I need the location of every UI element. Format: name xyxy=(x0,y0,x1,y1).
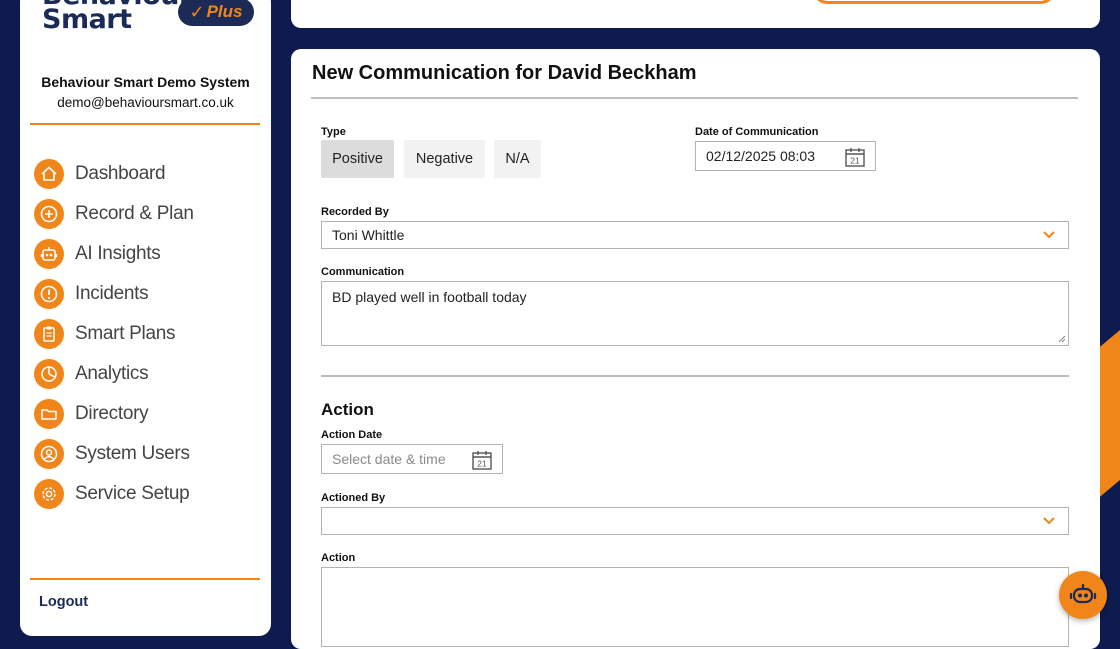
action-date-placeholder: Select date & time xyxy=(332,451,446,467)
logout-link[interactable]: Logout xyxy=(39,594,88,610)
system-name: Behaviour Smart Demo System xyxy=(41,74,250,90)
chevron-down-icon xyxy=(1043,517,1055,525)
page-title: New Communication for David Beckham xyxy=(312,62,697,84)
user-icon xyxy=(34,439,64,469)
sidebar-divider-bottom xyxy=(30,578,260,580)
action-section-title: Action xyxy=(321,400,374,419)
type-na-button[interactable]: N/A xyxy=(494,140,541,178)
check-icon: ✓ xyxy=(189,1,205,22)
sidebar-item-label: Incidents xyxy=(75,283,149,304)
communication-textarea[interactable]: BD played well in football today xyxy=(321,281,1069,346)
sidebar-item-label: Analytics xyxy=(75,363,149,384)
type-label: Type xyxy=(321,126,346,138)
section-divider xyxy=(321,375,1069,377)
action-label: Action xyxy=(321,552,356,564)
calendar-day-text: 21 xyxy=(477,459,487,469)
gear-icon xyxy=(34,479,64,509)
date-of-communication-label: Date of Communication xyxy=(695,126,819,138)
sidebar-divider-top xyxy=(30,123,260,125)
alert-icon xyxy=(34,279,64,309)
sidebar-item-service-setup[interactable]: Service Setup xyxy=(34,474,194,514)
system-email: demo@behavioursmart.co.uk xyxy=(57,95,234,110)
calendar-icon[interactable]: 21 xyxy=(844,146,866,168)
sidebar-item-label: Directory xyxy=(75,403,149,424)
resize-grip-icon[interactable] xyxy=(1058,335,1066,343)
top-action-button[interactable] xyxy=(811,0,1057,4)
robot-icon xyxy=(34,239,64,269)
communication-value: BD played well in football today xyxy=(332,289,527,305)
brand-name-line2: Smart xyxy=(42,4,132,35)
sidebar-item-label: Smart Plans xyxy=(75,323,176,344)
robot-chat-icon xyxy=(1069,583,1097,604)
pie-chart-icon xyxy=(34,359,64,389)
sidebar-item-smart-plans[interactable]: Smart Plans xyxy=(34,314,194,354)
assistant-chat-button[interactable] xyxy=(1059,571,1107,619)
action-date-input[interactable]: Select date & time 21 xyxy=(321,444,503,474)
sidebar-item-incidents[interactable]: Incidents xyxy=(34,274,194,314)
plus-badge: ✓ Plus xyxy=(178,0,254,26)
communication-label: Communication xyxy=(321,266,405,278)
sidebar-nav: Dashboard Record & Plan AI Insights Inci… xyxy=(34,154,194,514)
chevron-down-icon xyxy=(1043,231,1055,239)
calendar-day-text: 21 xyxy=(850,156,860,166)
sidebar-item-directory[interactable]: Directory xyxy=(34,394,194,434)
sidebar: Behaviour Smart ✓ Plus Behaviour Smart D… xyxy=(20,0,271,636)
plus-badge-label: Plus xyxy=(206,2,243,21)
sidebar-item-ai-insights[interactable]: AI Insights xyxy=(34,234,194,274)
clipboard-icon xyxy=(34,319,64,349)
sidebar-item-dashboard[interactable]: Dashboard xyxy=(34,154,194,194)
communication-form-card: New Communication for David Beckham Type… xyxy=(291,49,1100,649)
type-negative-button[interactable]: Negative xyxy=(404,140,485,178)
title-divider xyxy=(311,97,1078,99)
sidebar-item-analytics[interactable]: Analytics xyxy=(34,354,194,394)
sidebar-item-label: Dashboard xyxy=(75,163,166,184)
action-textarea[interactable] xyxy=(321,567,1069,647)
home-icon xyxy=(34,159,64,189)
sidebar-item-label: System Users xyxy=(75,443,190,464)
actioned-by-label: Actioned By xyxy=(321,492,386,504)
recorded-by-select[interactable]: Toni Whittle xyxy=(321,221,1069,249)
sidebar-item-system-users[interactable]: System Users xyxy=(34,434,194,474)
top-card xyxy=(291,0,1100,28)
sidebar-item-label: Service Setup xyxy=(75,483,190,504)
recorded-by-value: Toni Whittle xyxy=(332,227,405,243)
calendar-icon[interactable]: 21 xyxy=(471,449,493,471)
date-of-communication-value: 02/12/2025 08:03 xyxy=(706,148,815,164)
sidebar-item-label: Record & Plan xyxy=(75,203,194,224)
brand-logo[interactable]: Behaviour Smart xyxy=(42,0,192,35)
date-of-communication-input[interactable]: 02/12/2025 08:03 21 xyxy=(695,141,876,171)
actioned-by-select[interactable] xyxy=(321,507,1069,535)
action-date-label: Action Date xyxy=(321,429,383,441)
sidebar-item-record-plan[interactable]: Record & Plan xyxy=(34,194,194,234)
recorded-by-label: Recorded By xyxy=(321,206,389,218)
sidebar-item-label: AI Insights xyxy=(75,243,161,264)
type-positive-button[interactable]: Positive xyxy=(321,140,394,178)
plus-circle-icon xyxy=(34,199,64,229)
folder-icon xyxy=(34,399,64,429)
